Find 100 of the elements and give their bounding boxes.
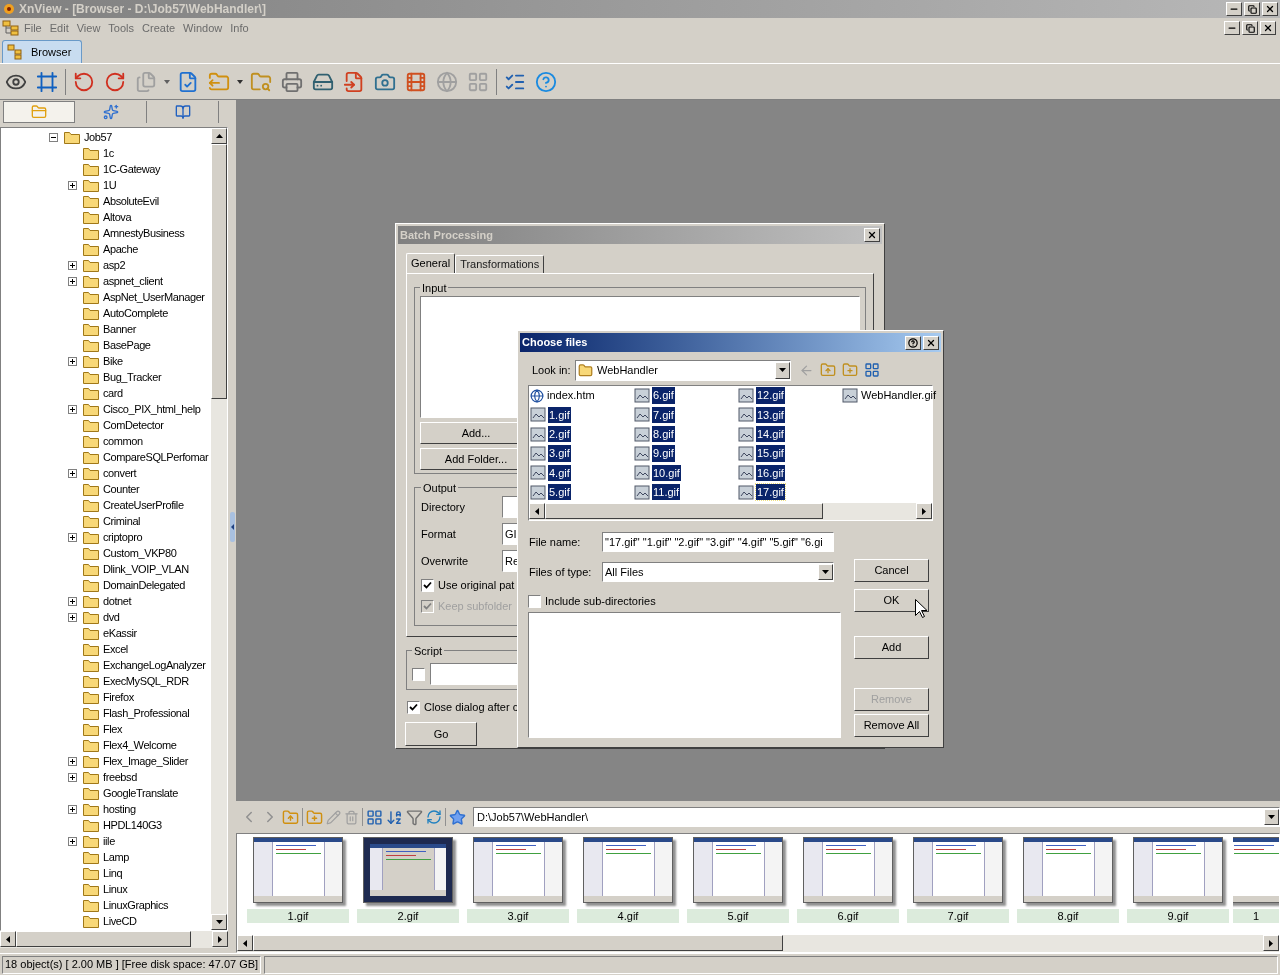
- menu-item[interactable]: Window: [179, 19, 227, 37]
- vertical-scrollbar[interactable]: [211, 128, 227, 930]
- view-menu-icon[interactable]: [864, 362, 880, 378]
- dialog-button[interactable]: Remove All: [854, 714, 929, 737]
- expand-icon[interactable]: [68, 804, 77, 814]
- folders-tab[interactable]: [3, 101, 75, 123]
- screenshot-thumbnail[interactable]: [1133, 837, 1223, 903]
- screenshot-thumbnail[interactable]: [583, 837, 673, 903]
- close-button[interactable]: [923, 335, 939, 350]
- thumbnail-label[interactable]: 4.gif: [577, 909, 679, 923]
- expand-icon[interactable]: [68, 260, 77, 270]
- expand-icon[interactable]: [68, 276, 77, 286]
- thumbnail-label[interactable]: 3.gif: [467, 909, 569, 923]
- list-entry[interactable]: 10.gif: [652, 464, 681, 482]
- screenshot-thumbnail[interactable]: [363, 837, 453, 903]
- thumbnail-label[interactable]: 5.gif: [687, 909, 789, 923]
- dialog-button[interactable]: OK: [854, 589, 929, 612]
- screenshot-thumbnail[interactable]: [473, 837, 563, 903]
- tree-item[interactable]: common: [1, 433, 211, 449]
- tree-item[interactable]: Flash_Professional: [1, 705, 211, 721]
- tree-item[interactable]: Linux: [1, 881, 211, 897]
- thumbnail-label[interactable]: 9.gif: [1127, 909, 1229, 923]
- list-entry[interactable]: 15.gif: [756, 445, 785, 462]
- tree-item[interactable]: Lamp: [1, 849, 211, 865]
- expand-icon[interactable]: [68, 596, 77, 606]
- tree-item[interactable]: criptopro: [1, 529, 211, 545]
- close-button[interactable]: [1262, 2, 1278, 16]
- dialog-button[interactable]: Add: [854, 636, 929, 659]
- tree-item[interactable]: Bike: [1, 353, 211, 369]
- refresh-icon[interactable]: [426, 809, 442, 825]
- list-entry[interactable]: 12.gif: [756, 387, 785, 404]
- thumbnail-label[interactable]: 8.gif: [1017, 909, 1119, 923]
- tree-item[interactable]: Flex_Image_Slider: [1, 753, 211, 769]
- expand-icon[interactable]: [68, 836, 77, 846]
- close-button[interactable]: [1260, 21, 1276, 35]
- tree-item[interactable]: Firefox: [1, 689, 211, 705]
- menu-item[interactable]: Tools: [104, 19, 139, 37]
- horizontal-scrollbar[interactable]: [237, 935, 1279, 952]
- tree-item[interactable]: 1C-Gateway: [1, 161, 211, 177]
- view-mode-icon[interactable]: [366, 808, 383, 826]
- help-button[interactable]: [905, 335, 921, 350]
- dropdown-caret-icon[interactable]: [237, 79, 243, 84]
- screenshot-thumbnail[interactable]: [1023, 837, 1113, 903]
- tree-item[interactable]: LinuxGraphics: [1, 897, 211, 913]
- list-entry[interactable]: 13.gif: [756, 406, 785, 424]
- file-name-field[interactable]: "17.gif" "1.gif" "2.gif" "3.gif" "4.gif" "5.gif" "6.gi: [602, 532, 834, 552]
- list-entry[interactable]: 9.gif: [652, 445, 675, 462]
- checkbox[interactable]: [407, 700, 420, 714]
- script-field[interactable]: [430, 663, 520, 686]
- horizontal-scrollbar[interactable]: [0, 931, 228, 948]
- expand-icon[interactable]: [68, 404, 77, 414]
- tree-item[interactable]: Cisco_PIX_html_help: [1, 401, 211, 417]
- tree-item[interactable]: AutoComplete: [1, 305, 211, 321]
- tree-item[interactable]: Counter: [1, 481, 211, 497]
- go-button[interactable]: Go: [405, 722, 477, 746]
- list-entry[interactable]: 11.gif: [652, 483, 681, 501]
- tree-item[interactable]: Dlink_VOIP_VLAN: [1, 561, 211, 577]
- dropdown-caret-icon[interactable]: [164, 79, 170, 84]
- dialog-tab[interactable]: Transformations: [455, 254, 545, 273]
- scrollbar-thumb[interactable]: [211, 144, 227, 399]
- sort-icon[interactable]: [386, 808, 403, 826]
- splitter-handle[interactable]: [229, 511, 235, 542]
- tree-item[interactable]: card: [1, 385, 211, 401]
- restore-button[interactable]: [1244, 2, 1260, 16]
- menu-item[interactable]: Edit: [45, 19, 73, 37]
- tree-item[interactable]: HPDL140G3: [1, 817, 211, 833]
- tree-item[interactable]: 1c: [1, 145, 211, 161]
- list-entry[interactable]: 3.gif: [548, 445, 571, 462]
- restore-button[interactable]: [1242, 21, 1258, 35]
- scrollbar-thumb[interactable]: [545, 503, 823, 519]
- tree-item[interactable]: Custom_VKP80: [1, 545, 211, 561]
- tree-item[interactable]: freebsd: [1, 769, 211, 785]
- list-entry[interactable]: 16.gif: [756, 464, 785, 482]
- expand-icon[interactable]: [68, 532, 77, 542]
- file-type-combo[interactable]: All Files: [602, 562, 834, 582]
- tree-item[interactable]: Excel: [1, 641, 211, 657]
- screenshot-thumbnail[interactable]: [253, 837, 343, 903]
- checkbox[interactable]: [528, 594, 541, 608]
- list-entry[interactable]: WebHandler.gif: [860, 387, 937, 404]
- thumbnail-label[interactable]: 1: [1233, 909, 1279, 923]
- tree-item[interactable]: Flex: [1, 721, 211, 737]
- tree-item[interactable]: AbsoluteEvil: [1, 193, 211, 209]
- tree-item[interactable]: Criminal: [1, 513, 211, 529]
- tree-item[interactable]: DomainDelegated: [1, 577, 211, 593]
- menu-item[interactable]: Info: [226, 19, 253, 37]
- tree-item[interactable]: 1U: [1, 177, 211, 193]
- expand-icon[interactable]: [68, 772, 77, 782]
- expand-icon[interactable]: [68, 180, 77, 190]
- expand-icon[interactable]: [68, 356, 77, 366]
- checkbox[interactable]: [421, 578, 434, 592]
- screenshot-thumbnail[interactable]: [913, 837, 1003, 903]
- tree-item[interactable]: eKassir: [1, 625, 211, 641]
- tree-item[interactable]: ExecMySQL_RDR: [1, 673, 211, 689]
- menu-item[interactable]: File: [20, 19, 46, 37]
- thumbnail-label[interactable]: 2.gif: [357, 909, 459, 923]
- tree-item[interactable]: BasePage: [1, 337, 211, 353]
- tree-item[interactable]: AmnestyBusiness: [1, 225, 211, 241]
- list-entry[interactable]: index.htm: [546, 387, 596, 404]
- minimize-button[interactable]: [1224, 21, 1240, 35]
- scrollbar-thumb[interactable]: [16, 931, 191, 947]
